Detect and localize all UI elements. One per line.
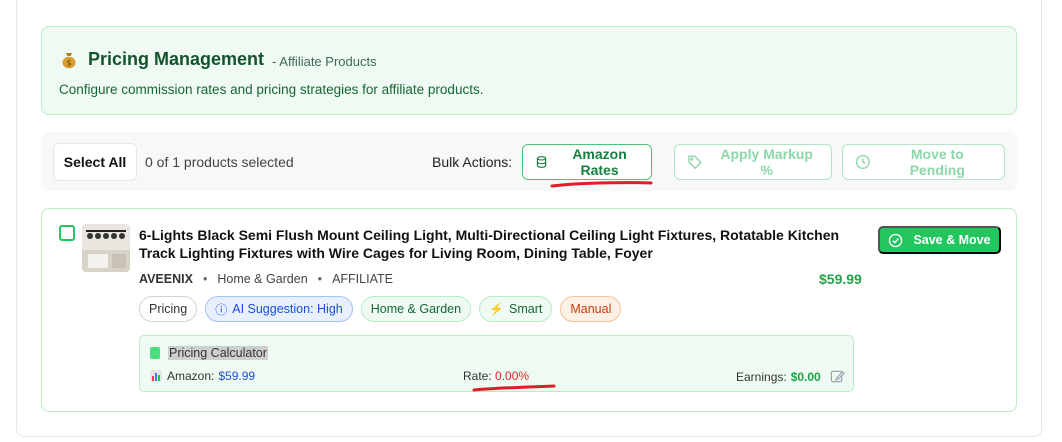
select-all-button[interactable]: Select All [53,143,137,181]
earnings-row: Earnings: $0.00 [736,369,845,384]
clock-icon [855,154,870,170]
pricing-management-panel: $ Pricing Management - Affiliate Product… [41,26,1017,115]
tag-category: Home & Garden [360,296,472,322]
product-category: Home & Garden [217,272,308,286]
save-and-move-button[interactable]: Save & Move [878,226,1001,254]
amazon-value: $59.99 [218,369,256,383]
check-circle-icon [889,233,903,247]
rate-label: Rate: [463,369,492,383]
tag-smart: ⚡ Smart [479,296,553,322]
tag-ai-suggestion: ⓘ AI Suggestion: High [205,296,353,322]
product-tags: Pricing ⓘ AI Suggestion: High Home & Gar… [139,296,629,322]
earnings-value: $0.00 [790,369,821,384]
save-and-move-label: Save & Move [913,233,991,247]
ai-info-icon: ⓘ [215,302,228,317]
tag-ai-label: AI Suggestion: High [232,302,343,316]
panel-description: Configure commission rates and pricing s… [59,82,484,97]
product-brand: AVEENIX [139,272,193,286]
tag-pricing: Pricing [139,296,198,322]
amazon-rates-label: Amazon Rates [572,146,627,178]
tag-icon [688,155,702,170]
separator-dot: • [317,272,323,286]
product-price: $59.99 [819,271,862,287]
amazon-rates-button[interactable]: Amazon Rates [522,144,652,180]
amazon-label: Amazon: [167,369,215,383]
svg-text:$: $ [66,58,71,67]
apply-markup-label: Apply Markup % [720,146,813,178]
page-title: Pricing Management [88,49,265,69]
panel-title-row: $ Pricing Management - Affiliate Product… [60,49,377,70]
product-title: 6-Lights Black Semi Flush Mount Ceiling … [139,227,840,261]
tag-manual: Manual [560,296,622,322]
move-to-pending-label: Move to Pending [909,146,965,178]
product-card: 6-Lights Black Semi Flush Mount Ceiling … [41,208,1017,412]
product-checkbox[interactable] [59,225,75,241]
rate-value[interactable]: 0.00% [495,369,529,383]
apply-markup-button[interactable]: Apply Markup % [674,144,832,180]
calculator-icon [150,347,160,359]
amazon-price-row: Amazon: $59.99 [150,369,255,383]
rate-row: Rate: 0.00% [463,369,529,383]
calculator-header: Pricing Calculator [150,346,268,360]
page-subtitle: - Affiliate Products [272,53,377,69]
pricing-calculator: Pricing Calculator Amazon: $59.99 Rate: … [139,335,854,392]
edit-icon[interactable] [830,369,845,384]
product-thumbnail[interactable] [82,224,130,272]
bulk-actions-bar: Select All 0 of 1 products selected Bulk… [41,132,1017,191]
tag-smart-label: Smart [509,302,543,316]
move-to-pending-button[interactable]: Move to Pending [842,144,1005,180]
lightning-icon: ⚡ [489,302,505,316]
bulk-actions-label: Bulk Actions: [432,154,513,170]
earnings-label: Earnings: [736,369,787,384]
product-type: AFFILIATE [332,272,393,286]
calculator-title: Pricing Calculator [168,346,268,360]
product-meta: AVEENIX • Home & Garden • AFFILIATE [139,272,393,286]
selection-count: 0 of 1 products selected [145,154,294,170]
money-bag-icon: $ [62,52,76,68]
bar-chart-icon [150,370,162,382]
separator-dot: • [202,272,208,286]
database-icon [536,156,547,168]
